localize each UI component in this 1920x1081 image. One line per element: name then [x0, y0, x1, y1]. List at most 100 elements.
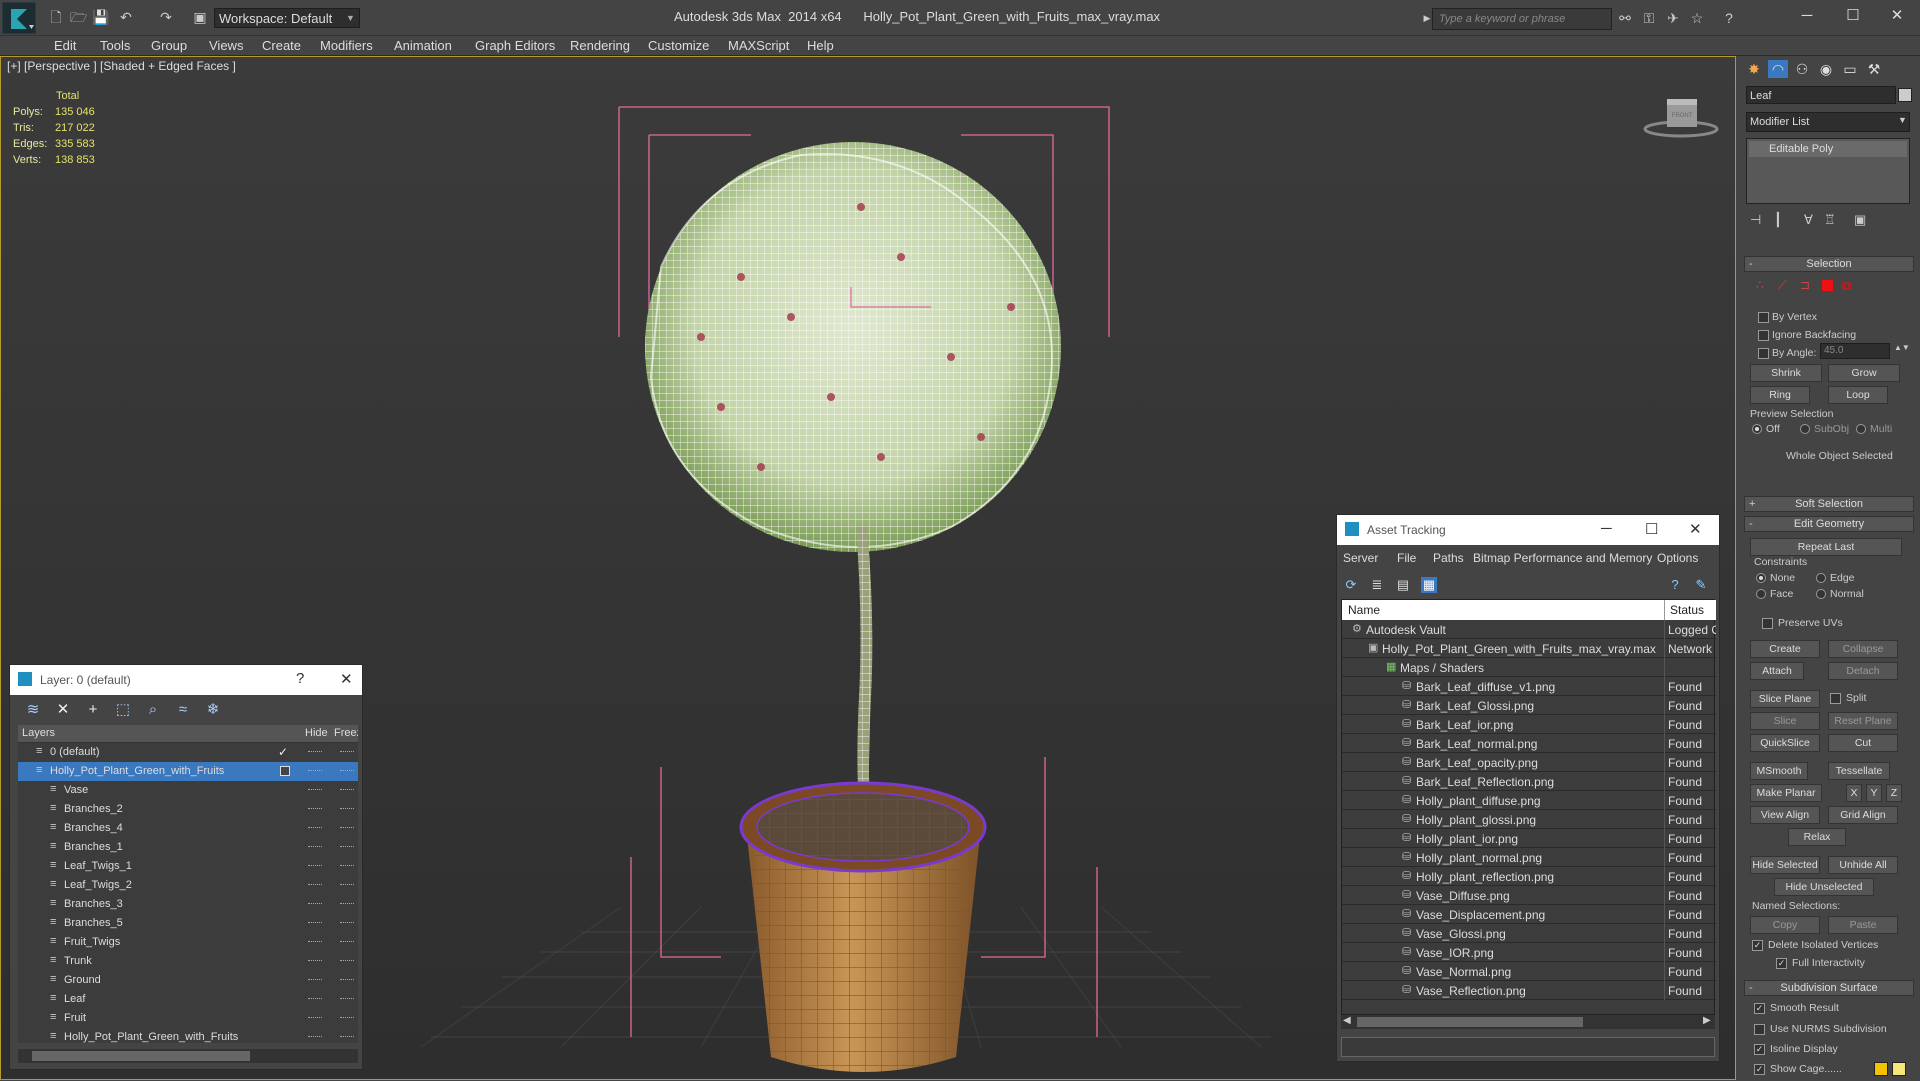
hide-toggle[interactable] [308, 770, 322, 772]
asset-row[interactable]: ⛁ Bark_Leaf_diffuse_v1.png Found [1342, 677, 1716, 696]
app-logo-icon[interactable] [2, 2, 36, 34]
stack-item-editable-poly[interactable]: Editable Poly [1749, 141, 1907, 157]
layer-row[interactable]: ≡ Branches_3 [18, 895, 358, 914]
freeze-toggle[interactable] [340, 846, 354, 848]
highlight-layer-icon[interactable]: ⌕ [144, 701, 162, 719]
spinner-icon[interactable]: ▲▼ [1894, 343, 1910, 352]
selection-rollout[interactable]: - Selection [1744, 256, 1914, 272]
pin-stack-icon[interactable]: ⊣ [1750, 212, 1761, 228]
repeat-last-button[interactable]: Repeat Last [1750, 538, 1902, 556]
hide-toggle[interactable] [308, 865, 322, 867]
copy-button[interactable]: Copy [1750, 916, 1820, 934]
asset-row[interactable]: ⛁ Vase_Displacement.png Found [1342, 905, 1716, 924]
horizontal-scrollbar[interactable] [18, 1049, 358, 1063]
menu-group[interactable]: Group [151, 38, 187, 53]
viewport-label[interactable]: [+] [Perspective ] [Shaded + Edged Faces… [7, 59, 236, 73]
menu-options[interactable]: Options [1657, 551, 1698, 565]
constraint-none-radio[interactable] [1756, 573, 1766, 583]
isoline-display-checkbox[interactable]: ✓ [1754, 1044, 1765, 1055]
binoculars-icon[interactable]: ⚯ [1616, 9, 1634, 27]
planar-y-button[interactable]: Y [1866, 784, 1882, 802]
col-name[interactable]: Name [1348, 603, 1380, 617]
create-button[interactable]: Create [1750, 640, 1820, 658]
open-file-icon[interactable]: 🗁 [70, 9, 87, 25]
layer-row[interactable]: ≡ Holly_Pot_Plant_Green_with_Fruits [18, 1028, 358, 1047]
freeze-toggle[interactable] [340, 808, 354, 810]
remove-modifier-icon[interactable]: ♖ [1824, 212, 1836, 228]
hide-toggle[interactable] [308, 1036, 322, 1038]
search-input[interactable]: Type a keyword or phrase [1432, 8, 1612, 30]
hierarchy-tab-icon[interactable]: ⚇ [1792, 60, 1812, 78]
asset-row[interactable]: ⛁ Bark_Leaf_Reflection.png Found [1342, 772, 1716, 791]
hide-toggle[interactable] [308, 751, 322, 753]
polygon-mode-icon[interactable] [1822, 280, 1833, 291]
object-color-swatch[interactable] [1898, 88, 1912, 102]
menu-file[interactable]: File [1397, 551, 1416, 565]
element-mode-icon[interactable]: ⧉ [1842, 278, 1851, 294]
thumbnail-view-icon[interactable]: ▤ [1395, 577, 1411, 593]
loop-button[interactable]: Loop [1828, 386, 1888, 404]
col-freeze[interactable]: Freeze [334, 727, 358, 739]
edge-mode-icon[interactable]: ⟋ [1778, 278, 1786, 293]
relax-button[interactable]: Relax [1788, 828, 1846, 846]
asset-row[interactable]: ⛁ Vase_Diffuse.png Found [1342, 886, 1716, 905]
constraint-face-radio[interactable] [1756, 589, 1766, 599]
horizontal-scrollbar[interactable]: ◀ ▶ [1341, 1015, 1715, 1029]
freeze-toggle[interactable] [340, 960, 354, 962]
menu-create[interactable]: Create [262, 38, 301, 53]
hide-toggle[interactable] [308, 1017, 322, 1019]
freeze-toggle[interactable] [340, 770, 354, 772]
close-button[interactable]: ✕ [1689, 520, 1702, 538]
asset-row[interactable]: ⛁ Holly_plant_normal.png Found [1342, 848, 1716, 867]
delete-isolated-checkbox[interactable]: ✓ [1752, 940, 1763, 951]
grow-button[interactable]: Grow [1828, 364, 1900, 382]
layer-row[interactable]: ≡ Leaf [18, 990, 358, 1009]
hide-all-layers-icon[interactable]: ≈ [174, 701, 192, 719]
scrollbar-thumb[interactable] [32, 1051, 250, 1061]
layer-row[interactable]: ≡ Branches_1 [18, 838, 358, 857]
asset-row[interactable]: ⛁ Bark_Leaf_Glossi.png Found [1342, 696, 1716, 715]
menu-edit[interactable]: Edit [54, 38, 76, 53]
subdivision-rollout[interactable]: - Subdivision Surface [1744, 980, 1914, 996]
hide-toggle[interactable] [308, 884, 322, 886]
by-vertex-checkbox[interactable] [1758, 312, 1769, 323]
planar-z-button[interactable]: Z [1886, 784, 1902, 802]
asset-row[interactable]: ▦ Maps / Shaders [1342, 658, 1716, 677]
border-mode-icon[interactable]: ⊐ [1800, 278, 1810, 292]
chevron-down-icon[interactable]: ▼ [1898, 115, 1907, 125]
asset-row[interactable]: ⛁ Bark_Leaf_ior.png Found [1342, 715, 1716, 734]
key-icon[interactable]: ⚿ [1640, 9, 1658, 27]
unhide-all-button[interactable]: Unhide All [1828, 856, 1898, 874]
by-angle-checkbox[interactable] [1758, 348, 1769, 359]
layer-row[interactable]: ≡ Leaf_Twigs_2 [18, 876, 358, 895]
asset-row[interactable]: ⛁ Vase_Reflection.png Found [1342, 981, 1716, 1000]
hide-toggle[interactable] [308, 808, 322, 810]
hide-toggle[interactable] [308, 827, 322, 829]
undo-icon[interactable]: ↶ [118, 9, 134, 25]
view-align-button[interactable]: View Align [1750, 806, 1820, 824]
layer-row[interactable]: ≡ Holly_Pot_Plant_Green_with_Fruits [18, 762, 358, 781]
asset-path-field[interactable] [1341, 1037, 1715, 1057]
ignore-backfacing-checkbox[interactable] [1758, 330, 1769, 341]
create-layer-icon[interactable]: ≋ [24, 701, 42, 719]
motion-tab-icon[interactable]: ◉ [1816, 60, 1836, 78]
freeze-toggle[interactable] [340, 922, 354, 924]
list-view-icon[interactable]: ≣ [1369, 577, 1385, 593]
show-end-result-icon[interactable]: ┃ [1774, 212, 1782, 228]
object-name-field[interactable]: Leaf [1746, 86, 1896, 104]
attach-button[interactable]: Attach [1750, 662, 1804, 680]
asset-row[interactable]: ⛁ Holly_plant_glossi.png Found [1342, 810, 1716, 829]
cage-selected-color-swatch[interactable] [1892, 1062, 1906, 1076]
hide-toggle[interactable] [308, 846, 322, 848]
close-button[interactable]: ✕ [340, 670, 353, 688]
help-icon[interactable]: ? [1667, 577, 1683, 593]
maximize-button[interactable]: ☐ [1645, 520, 1658, 538]
make-planar-button[interactable]: Make Planar [1750, 784, 1822, 802]
project-folder-icon[interactable]: ▣ [192, 9, 208, 25]
cut-button[interactable]: Cut [1828, 734, 1898, 752]
freeze-toggle[interactable] [340, 827, 354, 829]
asset-row[interactable]: ⛁ Vase_IOR.png Found [1342, 943, 1716, 962]
make-unique-icon[interactable]: ∀ [1804, 212, 1813, 228]
scroll-left-icon[interactable]: ◀ [1343, 1015, 1351, 1026]
smooth-result-checkbox[interactable]: ✓ [1754, 1003, 1765, 1014]
